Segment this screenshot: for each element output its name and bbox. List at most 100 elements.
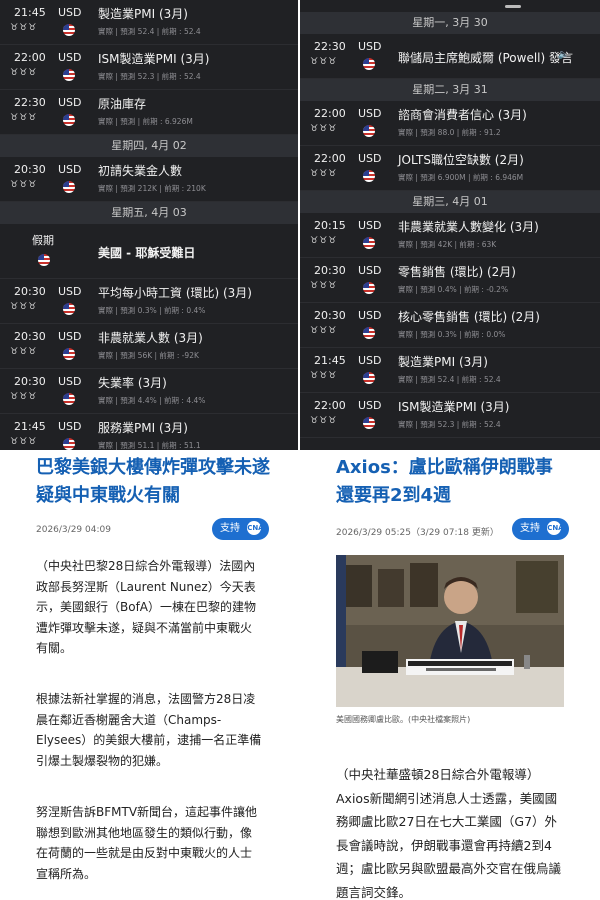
us-flag-icon [63,438,75,450]
event-time: 20:30 [14,330,46,343]
importance-icon: ♉♉♉ [10,392,38,402]
event-time: 22:00 [314,152,346,165]
calendar-event-row[interactable]: 21:45 ♉♉♉ USD 服務業PMI (3月) 實際 | 預測 51.1 | 前期 … [0,414,298,450]
event-title: 非農業就業人數變化 (3月) [398,220,539,234]
event-title: 聯儲局主席鮑威爾 (Powell) 發言 [398,51,574,65]
article-paragraph-1: （中央社巴黎28日綜合外電報導）法國內政部長努涅斯（Laurent Nunez）… [36,559,257,655]
event-currency: USD [358,107,382,120]
calendar-event-row[interactable]: 22:00 ♉♉♉ USD ISM製造業PMI (3月) 實際 | 預測 52.3 | … [0,45,298,90]
holiday-title: 美國 - 耶穌受難日 [98,246,196,260]
event-currency: USD [58,96,82,109]
article-headline[interactable]: 巴黎美銀大樓傳炸彈攻擊未遂 疑與中東戰火有關 [36,454,288,510]
article-headline[interactable]: Axios：盧比歐稱伊朗戰事還要再2到4週 [336,454,566,510]
event-meta: 實際 | 預測 52.3 | 前期 : 52.4 [98,72,201,81]
us-flag-icon [363,372,375,384]
event-meta: 實際 | 預測 52.4 | 前期 : 52.4 [398,375,501,384]
event-title: 諮商會消費者信心 (3月) [398,108,527,122]
importance-icon: ♉♉♉ [310,169,338,179]
importance-icon: ♉♉♉ [10,180,38,190]
event-meta: 實際 | 預測 52.3 | 前期 : 52.4 [398,420,501,429]
event-currency: USD [58,375,82,388]
importance-icon: ♉♉♉ [310,281,338,291]
event-currency: USD [58,330,82,343]
event-title: ISM製造業PMI (3月) [398,400,510,414]
us-flag-icon [363,237,375,249]
rubio-photo-illustration [336,555,564,707]
holiday-row[interactable]: 假期 美國 - 耶穌受難日 [0,224,298,279]
event-currency: USD [358,354,382,367]
article-paragraph-2: 根據法新社掌握的消息，法國警方28日凌晨在鄰近香榭麗舍大道（Champs-Ely… [36,692,262,768]
calendar-event-row[interactable]: 20:30 ♉♉♉ USD 平均每小時工資 (環比) (3月) 實際 | 預測 0.3%… [0,279,298,324]
calendar-event-row[interactable]: 22:00 ♉♉♉ USD ISM製造業PMI (3月) 實際 | 預測 52.3 | … [300,393,600,438]
event-meta: 實際 | 預測 4.4% | 前期 : 4.4% [98,396,206,405]
drag-handle[interactable] [505,5,521,8]
date-header-wednesday: 星期三, 4月 01 [300,191,600,213]
event-title: 核心零售銷售 (環比) (2月) [398,310,540,324]
date-header-monday: 星期一, 3月 30 [300,12,600,34]
event-currency: USD [58,285,82,298]
article-paragraph-1: （中央社華盛頓28日綜合外電報導）Axios新聞網引述消息人士透露，美國國務卿盧… [336,767,562,900]
calendar-event-row[interactable]: 22:00 ♉♉♉ USD 諮商會消費者信心 (3月) 實際 | 預測 88.0 | 前… [300,101,600,146]
article-paragraph-3: 努涅斯告訴BFMTV新聞台，這起事件讓他聯想到歐洲其他地區發生的類似行動，像在荷… [36,805,258,881]
calendar-event-row[interactable]: 22:30 ♉♉♉ USD 聯儲局主席鮑威爾 (Powell) 發言 🔈 [300,34,600,79]
event-title: ISM製造業PMI (3月) [98,52,210,66]
calendar-event-row[interactable]: 20:15 ♉♉♉ USD 非農業就業人數變化 (3月) 實際 | 預測 42K | 前… [300,213,600,258]
event-currency: USD [58,163,82,176]
event-time: 20:30 [14,375,46,388]
support-label: 支持 [520,523,540,534]
importance-icon: ♉♉♉ [10,302,38,312]
support-label: 支持 [220,523,240,534]
event-title: 平均每小時工資 (環比) (3月) [98,286,252,300]
event-time: 20:30 [314,309,346,322]
event-time: 22:00 [314,399,346,412]
calendar-event-row[interactable]: 20:30 ♉♉♉ USD 初請失業金人數 實際 | 預測 212K | 前期 : 21… [0,157,298,202]
event-time: 22:30 [314,40,346,53]
event-meta: 實際 | 預測 | 前期 : 6.926M [98,117,193,126]
event-time: 22:30 [14,96,46,109]
us-flag-icon [63,303,75,315]
event-meta: 實際 | 預測 42K | 前期 : 63K [398,240,497,249]
us-flag-icon [38,254,50,266]
event-meta: 實際 | 預測 88.0 | 前期 : 91.2 [398,128,501,137]
cna-logo-icon: CNA [247,521,264,535]
event-meta: 實際 | 預測 0.4% | 前期 : -0.2% [398,285,509,294]
calendar-event-row[interactable]: 22:30 ♉♉♉ USD 原油庫存 實際 | 預測 | 前期 : 6.926M [0,90,298,135]
date-header-thursday: 星期四, 4月 02 [0,135,298,157]
event-title: 初請失業金人數 [98,164,183,178]
importance-icon: ♉♉♉ [310,124,338,134]
calendar-event-row[interactable]: 22:00 ♉♉♉ USD JOLTS職位空缺數 (2月) 實際 | 預測 6.900M… [300,146,600,191]
us-flag-icon [363,327,375,339]
us-flag-icon [363,58,375,70]
event-currency: USD [358,40,382,53]
us-flag-icon [63,24,75,36]
event-currency: USD [358,309,382,322]
event-title: 服務業PMI (3月) [98,421,188,435]
right-calendar-panel: 星期一, 3月 30 22:30 ♉♉♉ USD 聯儲局主席鮑威爾 (Powell) … [300,0,600,450]
calendar-event-row[interactable]: 20:30 ♉♉♉ USD 失業率 (3月) 實際 | 預測 4.4% | 前期 : 4… [0,369,298,414]
calendar-event-row[interactable]: 20:30 ♉♉♉ USD 非農就業人數 (3月) 實際 | 預測 56K | 前期 :… [0,324,298,369]
event-meta: 實際 | 預測 56K | 前期 : -92K [98,351,199,360]
event-meta: 實際 | 預測 52.4 | 前期 : 52.4 [98,27,201,36]
article-photo[interactable] [336,555,564,707]
importance-icon: ♉♉♉ [10,437,38,447]
holiday-label: 假期 [32,234,54,247]
event-currency: USD [58,6,82,19]
us-flag-icon [63,393,75,405]
calendar-event-row[interactable]: 21:45 ♉♉♉ USD 製造業PMI (3月) 實際 | 預測 52.4 | 前期 … [300,348,600,393]
event-time: 22:00 [14,51,46,64]
importance-icon: ♉♉♉ [310,326,338,336]
us-flag-icon [363,125,375,137]
event-title: 原油庫存 [98,97,147,111]
us-flag-icon [363,282,375,294]
calendar-event-row[interactable]: 20:30 ♉♉♉ USD 零售銷售 (環比) (2月) 實際 | 預測 0.4% | … [300,258,600,303]
support-button[interactable]: 支持 CNA [212,518,270,540]
event-time: 20:15 [314,219,346,232]
event-time: 21:45 [14,6,46,19]
calendar-event-row[interactable]: 21:45 ♉♉♉ USD 製造業PMI (3月) 實際 | 預測 52.4 | 前期 … [0,0,298,45]
support-button[interactable]: 支持 CNA [512,518,570,540]
calendar-event-row[interactable]: 20:30 ♉♉♉ USD 核心零售銷售 (環比) (2月) 實際 | 預測 0.3% … [300,303,600,348]
date-header-friday: 星期五, 4月 03 [0,202,298,224]
importance-icon: ♉♉♉ [10,68,38,78]
event-meta: 實際 | 預測 51.1 | 前期 : 51.1 [98,441,201,450]
article-date: 2026/3/29 04:09 [36,525,111,535]
